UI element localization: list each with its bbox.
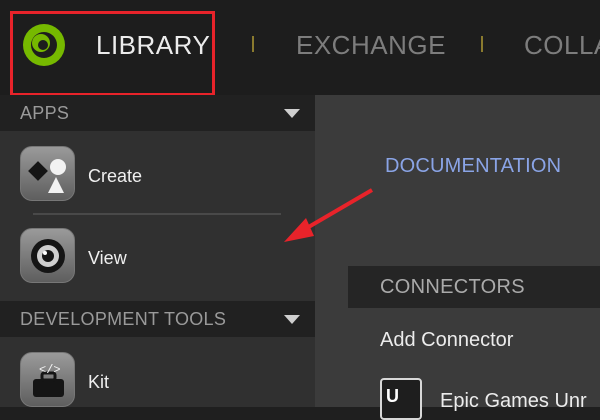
annotation-arrow: [284, 188, 374, 242]
